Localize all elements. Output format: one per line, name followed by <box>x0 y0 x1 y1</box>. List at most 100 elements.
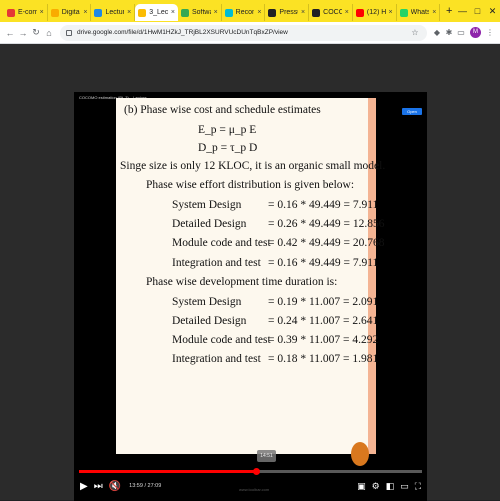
slide-line-value: = 0.39 * 11.007 = 4.292 <box>268 334 379 346</box>
tab-close-icon[interactable]: × <box>127 9 131 16</box>
address-bar[interactable]: drive.google.com/file/d/1HwM1HZkJ_TRjBL2… <box>60 24 427 41</box>
browser-tab[interactable]: COCON× <box>309 4 353 21</box>
slide-line-text: (b) Phase wise cost and schedule estimat… <box>124 104 321 116</box>
tab-close-icon[interactable]: × <box>257 9 261 16</box>
tab-close-icon[interactable]: × <box>389 9 393 16</box>
browser-toolbar: ← → ↻ ⌂ drive.google.com/file/d/1HwM1HZk… <box>0 22 500 44</box>
next-icon[interactable]: ⏭ <box>94 481 103 492</box>
close-window-icon[interactable]: ✕ <box>485 6 500 17</box>
tab-favicon-icon <box>138 8 147 17</box>
tab-title: COCON <box>323 9 342 16</box>
slide-line-text: Detailed Design <box>172 218 247 230</box>
video-player[interactable]: COCOMO estimation (Pt. 3) _ Lecture Open… <box>74 92 427 501</box>
extension-icon[interactable]: ◆ <box>431 28 443 37</box>
progress-played <box>79 470 256 473</box>
tab-favicon-icon <box>268 8 277 17</box>
slide-line-value: = 0.16 * 49.449 = 7.911 <box>268 199 379 211</box>
tab-close-icon[interactable]: × <box>432 9 436 16</box>
miniplayer-icon[interactable]: ◧ <box>386 481 395 492</box>
slide-line-text: Integration and test <box>172 353 261 365</box>
slide-line-value: = 0.24 * 11.007 = 2.641 <box>268 315 379 327</box>
slide-line-value: = 0.16 * 49.449 = 7.911 <box>268 257 379 269</box>
new-tab-button[interactable]: + <box>443 5 455 17</box>
slide-line-text: Detailed Design <box>172 315 247 327</box>
mute-icon[interactable]: 🔇 <box>109 481 121 492</box>
lecture-slide: (b) Phase wise cost and schedule estimat… <box>116 98 385 454</box>
browser-tab-strip: E-comm×Digital×Lecture×3_Lectu×Softwa×Re… <box>0 0 500 22</box>
theater-icon[interactable]: ▭ <box>400 481 409 492</box>
settings-gear-icon[interactable]: ⚙ <box>372 481 380 492</box>
play-icon[interactable]: ▶ <box>80 481 88 492</box>
tab-title: (12) Hol <box>366 9 386 16</box>
tab-title: Pressur <box>279 9 298 16</box>
tab-favicon-icon <box>224 8 233 17</box>
tab-close-icon[interactable]: × <box>214 9 218 16</box>
subtitles-icon[interactable]: ▣ <box>357 481 366 492</box>
drive-viewer-page: COCOMO estimation (Pt. 3) _ Lecture Open… <box>0 44 500 501</box>
tab-close-icon[interactable]: × <box>40 9 44 16</box>
bookmark-star-icon[interactable]: ☆ <box>409 28 421 37</box>
browser-tab[interactable]: (12) Hol× <box>353 4 397 21</box>
tab-title: Whatsa <box>410 9 430 16</box>
tab-favicon-icon <box>94 8 103 17</box>
player-controls: ▶ ⏭ 🔇 13:59 / 27:09 ▣ ⚙ ◧ ▭ ⛶ <box>74 476 427 496</box>
browser-tab[interactable]: Softwa× <box>178 4 222 21</box>
slide-line-text: Module code and test <box>172 237 271 249</box>
browser-tab[interactable]: E-comm× <box>4 4 48 21</box>
back-icon[interactable]: ← <box>4 28 16 38</box>
tab-title: Softwa <box>191 9 211 16</box>
tab-title: Recomr <box>235 9 255 16</box>
browser-tab[interactable]: Digital × <box>48 4 92 21</box>
popout-button[interactable]: Open <box>402 108 422 115</box>
menu-kebab-icon[interactable]: ⋮ <box>484 28 496 37</box>
home-icon[interactable]: ⌂ <box>43 28 55 38</box>
slide-line-text: Phase wise effort distribution is given … <box>146 179 355 191</box>
cursor-highlight-dot <box>351 442 369 466</box>
browser-tab[interactable]: Lecture× <box>91 4 136 21</box>
slide-line-value: = 0.42 * 49.449 = 20.768 <box>268 237 385 249</box>
slide-line-text: Singe size is only 12 KLOC, it is an org… <box>120 160 386 172</box>
browser-tab[interactable]: Pressur× <box>265 4 310 21</box>
slide-line-value: = 0.19 * 11.007 = 2.091 <box>268 296 379 308</box>
tab-close-icon[interactable]: × <box>171 9 175 16</box>
url-text[interactable]: drive.google.com/file/d/1HwM1HZkJ_TRjBL2… <box>77 29 409 36</box>
slide-line-text: Module code and test <box>172 334 271 346</box>
tab-favicon-icon <box>50 8 59 17</box>
tab-favicon-icon <box>180 8 189 17</box>
fullscreen-icon[interactable]: ⛶ <box>415 481 421 492</box>
sidebar-icon[interactable]: ▭ <box>455 28 467 37</box>
lock-icon[interactable] <box>66 29 72 36</box>
slide-line-value: = 0.18 * 11.007 = 1.981 <box>268 353 379 365</box>
slide-line-text: System Design <box>172 296 242 308</box>
browser-tab[interactable]: 3_Lectu× <box>135 4 178 21</box>
profile-avatar[interactable]: M <box>470 27 481 38</box>
progress-bar[interactable] <box>79 468 422 475</box>
browser-tab[interactable]: Whatsa× <box>397 4 441 21</box>
slide-line-text: E_p = μ_p E <box>198 124 257 136</box>
time-display: 13:59 / 27:09 <box>129 483 162 489</box>
minimize-icon[interactable]: — <box>455 6 470 16</box>
tab-favicon-icon <box>399 8 408 17</box>
watermark-text: www.toolbar.com <box>239 487 270 492</box>
tab-close-icon[interactable]: × <box>345 9 349 16</box>
tab-close-icon[interactable]: × <box>83 9 87 16</box>
tab-favicon-icon <box>355 8 364 17</box>
tab-favicon-icon <box>312 8 321 17</box>
tab-favicon-icon <box>7 8 15 17</box>
browser-tab[interactable]: Recomr× <box>222 4 266 21</box>
progress-scrubber[interactable] <box>252 468 260 475</box>
tab-title: E-comm <box>18 9 37 16</box>
reload-icon[interactable]: ↻ <box>30 27 42 38</box>
hover-time-tooltip: 14:51 <box>257 450 276 462</box>
extensions-puzzle-icon[interactable]: ✱ <box>443 28 455 37</box>
tab-close-icon[interactable]: × <box>301 9 305 16</box>
tab-title: Digital <box>61 9 81 16</box>
tab-title: Lecture <box>105 9 124 16</box>
tab-title: 3_Lectu <box>149 9 168 16</box>
slide-line-value: = 0.26 * 49.449 = 12.856 <box>268 218 385 230</box>
slide-line-text: D_p = τ_p D <box>198 142 258 154</box>
slide-line-text: Integration and test <box>172 257 261 269</box>
forward-icon[interactable]: → <box>17 28 29 38</box>
maximize-icon[interactable]: □ <box>470 6 485 16</box>
slide-line-text: System Design <box>172 199 242 211</box>
